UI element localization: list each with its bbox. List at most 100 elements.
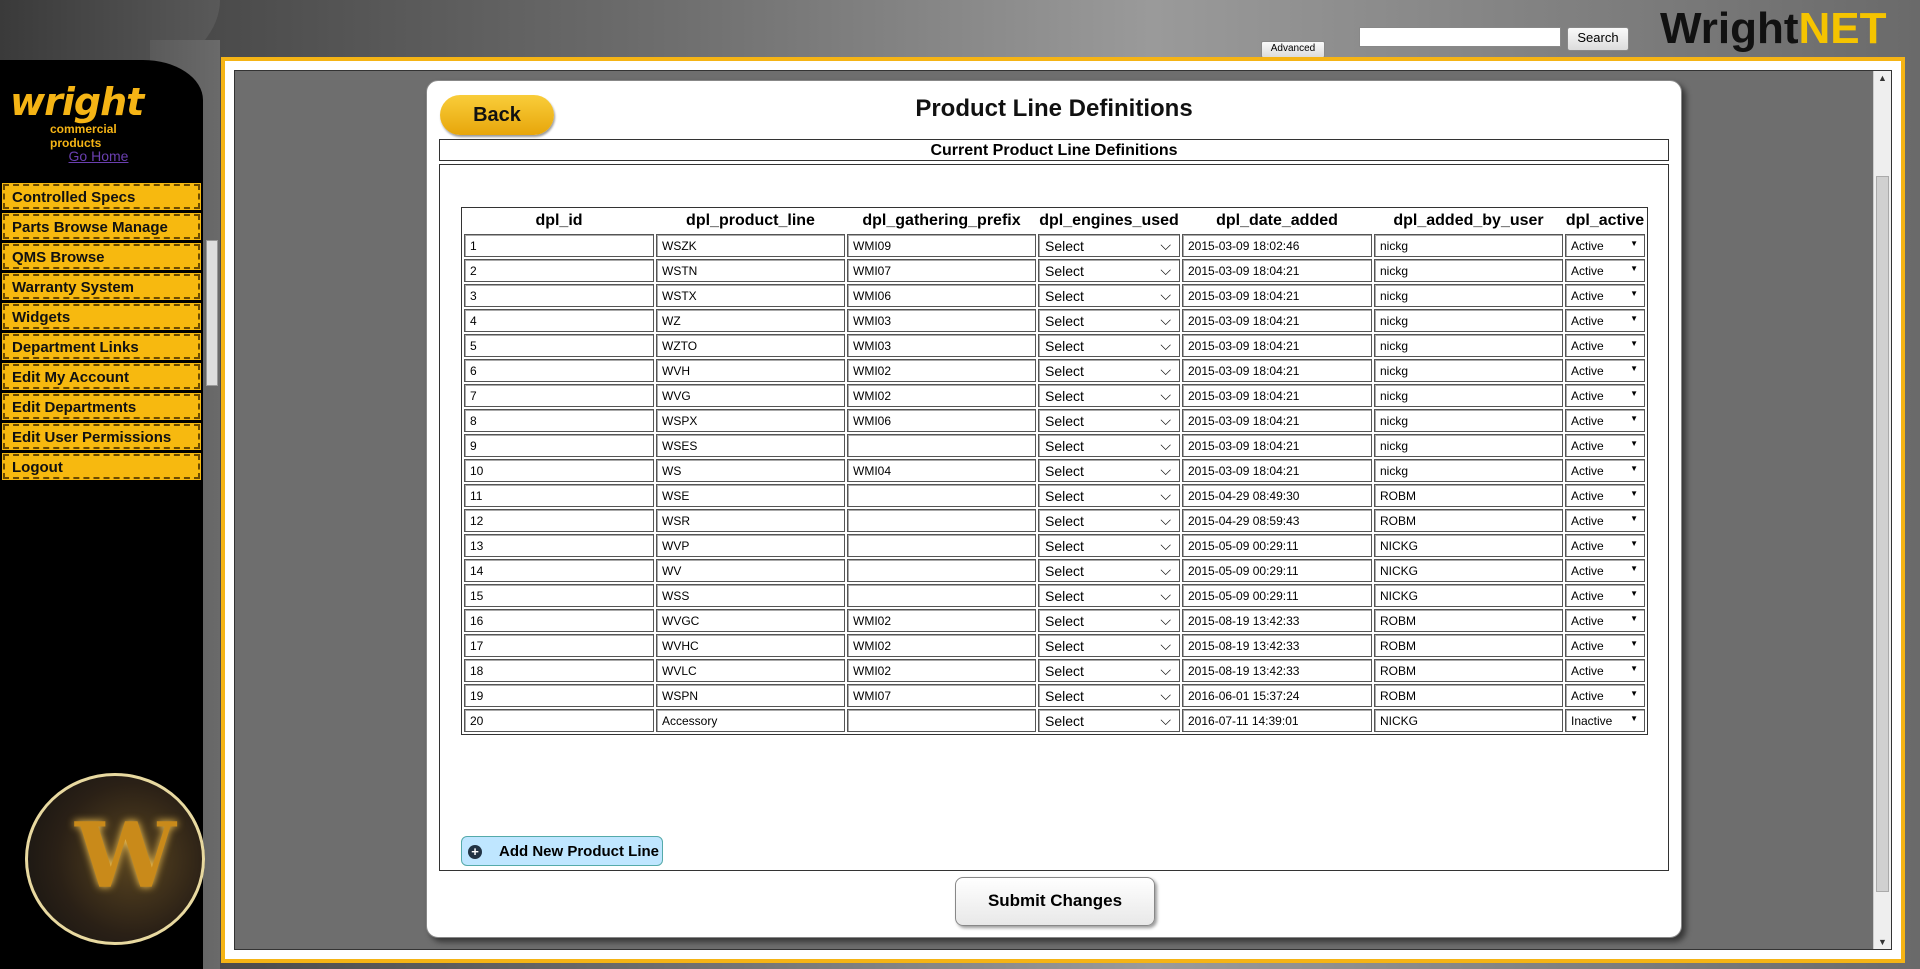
dpl-id-field[interactable]: 19 xyxy=(464,684,654,707)
sidebar-item-edit-my-account[interactable]: Edit My Account xyxy=(2,363,201,390)
sidebar-item-widgets[interactable]: Widgets xyxy=(2,303,201,330)
product-line-field[interactable]: WVP xyxy=(656,534,845,557)
engines-used-select[interactable]: Select ⌵ xyxy=(1038,659,1180,682)
added-by-field[interactable]: nickg xyxy=(1374,384,1563,407)
active-select[interactable]: Active ▼ xyxy=(1565,659,1645,682)
sidebar-item-warranty-system[interactable]: Warranty System xyxy=(2,273,201,300)
date-added-field[interactable]: 2016-06-01 15:37:24 xyxy=(1182,684,1372,707)
date-added-field[interactable]: 2015-05-09 00:29:11 xyxy=(1182,584,1372,607)
date-added-field[interactable]: 2016-07-11 14:39:01 xyxy=(1182,709,1372,732)
product-line-field[interactable]: WVH xyxy=(656,359,845,382)
product-line-field[interactable]: WSES xyxy=(656,434,845,457)
added-by-field[interactable]: ROBM xyxy=(1374,484,1563,507)
sidebar-item-edit-departments[interactable]: Edit Departments xyxy=(2,393,201,420)
engines-used-select[interactable]: Select ⌵ xyxy=(1038,359,1180,382)
sidebar-item-department-links[interactable]: Department Links xyxy=(2,333,201,360)
added-by-field[interactable]: ROBM xyxy=(1374,634,1563,657)
scroll-up-icon[interactable]: ▲ xyxy=(1878,73,1887,83)
date-added-field[interactable]: 2015-05-09 00:29:11 xyxy=(1182,534,1372,557)
active-select[interactable]: Active ▼ xyxy=(1565,359,1645,382)
dpl-id-field[interactable]: 13 xyxy=(464,534,654,557)
sidebar-item-qms-browse[interactable]: QMS Browse xyxy=(2,243,201,270)
active-select[interactable]: Active ▼ xyxy=(1565,609,1645,632)
date-added-field[interactable]: 2015-08-19 13:42:33 xyxy=(1182,609,1372,632)
sidebar-item-logout[interactable]: Logout xyxy=(2,453,201,480)
dpl-id-field[interactable]: 14 xyxy=(464,559,654,582)
dpl-id-field[interactable]: 11 xyxy=(464,484,654,507)
date-added-field[interactable]: 2015-03-09 18:04:21 xyxy=(1182,309,1372,332)
search-button[interactable]: Search xyxy=(1567,27,1629,51)
gathering-prefix-field[interactable]: WMI02 xyxy=(847,634,1036,657)
active-select[interactable]: Active ▼ xyxy=(1565,509,1645,532)
date-added-field[interactable]: 2015-03-09 18:04:21 xyxy=(1182,459,1372,482)
active-select[interactable]: Active ▼ xyxy=(1565,334,1645,357)
product-line-field[interactable]: WSZK xyxy=(656,234,845,257)
engines-used-select[interactable]: Select ⌵ xyxy=(1038,559,1180,582)
date-added-field[interactable]: 2015-04-29 08:59:43 xyxy=(1182,509,1372,532)
product-line-field[interactable]: WVG xyxy=(656,384,845,407)
engines-used-select[interactable]: Select ⌵ xyxy=(1038,384,1180,407)
dpl-id-field[interactable]: 17 xyxy=(464,634,654,657)
engines-used-select[interactable]: Select ⌵ xyxy=(1038,684,1180,707)
gathering-prefix-field[interactable] xyxy=(847,534,1036,557)
date-added-field[interactable]: 2015-03-09 18:04:21 xyxy=(1182,284,1372,307)
sidebar-item-controlled-specs[interactable]: Controlled Specs xyxy=(2,183,201,210)
date-added-field[interactable]: 2015-03-09 18:04:21 xyxy=(1182,434,1372,457)
date-added-field[interactable]: 2015-03-09 18:04:21 xyxy=(1182,359,1372,382)
product-line-field[interactable]: WVLC xyxy=(656,659,845,682)
date-added-field[interactable]: 2015-03-09 18:04:21 xyxy=(1182,334,1372,357)
engines-used-select[interactable]: Select ⌵ xyxy=(1038,309,1180,332)
active-select[interactable]: Active ▼ xyxy=(1565,584,1645,607)
added-by-field[interactable]: nickg xyxy=(1374,409,1563,432)
gathering-prefix-field[interactable]: WMI02 xyxy=(847,609,1036,632)
dpl-id-field[interactable]: 16 xyxy=(464,609,654,632)
dpl-id-field[interactable]: 2 xyxy=(464,259,654,282)
active-select[interactable]: Active ▼ xyxy=(1565,559,1645,582)
date-added-field[interactable]: 2015-03-09 18:04:21 xyxy=(1182,259,1372,282)
active-select[interactable]: Active ▼ xyxy=(1565,634,1645,657)
gathering-prefix-field[interactable]: WMI02 xyxy=(847,359,1036,382)
product-line-field[interactable]: WZ xyxy=(656,309,845,332)
dpl-id-field[interactable]: 5 xyxy=(464,334,654,357)
product-line-field[interactable]: WS xyxy=(656,459,845,482)
gathering-prefix-field[interactable] xyxy=(847,559,1036,582)
engines-used-select[interactable]: Select ⌵ xyxy=(1038,409,1180,432)
added-by-field[interactable]: nickg xyxy=(1374,309,1563,332)
added-by-field[interactable]: NICKG xyxy=(1374,584,1563,607)
dpl-id-field[interactable]: 8 xyxy=(464,409,654,432)
product-line-field[interactable]: Accessory xyxy=(656,709,845,732)
dpl-id-field[interactable]: 9 xyxy=(464,434,654,457)
gathering-prefix-field[interactable]: WMI09 xyxy=(847,234,1036,257)
engines-used-select[interactable]: Select ⌵ xyxy=(1038,459,1180,482)
content-scrollbar[interactable]: ▲ ▼ xyxy=(1873,71,1891,949)
engines-used-select[interactable]: Select ⌵ xyxy=(1038,584,1180,607)
added-by-field[interactable]: NICKG xyxy=(1374,559,1563,582)
date-added-field[interactable]: 2015-03-09 18:04:21 xyxy=(1182,409,1372,432)
wright-logo[interactable]: wright commercial products xyxy=(10,80,170,150)
engines-used-select[interactable]: Select ⌵ xyxy=(1038,634,1180,657)
product-line-field[interactable]: WSS xyxy=(656,584,845,607)
date-added-field[interactable]: 2015-08-19 13:42:33 xyxy=(1182,634,1372,657)
advanced-search-button[interactable]: Advanced xyxy=(1261,41,1325,58)
active-select[interactable]: Active ▼ xyxy=(1565,534,1645,557)
engines-used-select[interactable]: Select ⌵ xyxy=(1038,434,1180,457)
gathering-prefix-field[interactable] xyxy=(847,434,1036,457)
engines-used-select[interactable]: Select ⌵ xyxy=(1038,234,1180,257)
active-select[interactable]: Active ▼ xyxy=(1565,259,1645,282)
added-by-field[interactable]: nickg xyxy=(1374,234,1563,257)
product-line-field[interactable]: WSPX xyxy=(656,409,845,432)
dpl-id-field[interactable]: 1 xyxy=(464,234,654,257)
dpl-id-field[interactable]: 20 xyxy=(464,709,654,732)
sidebar-item-edit-user-permissions[interactable]: Edit User Permissions xyxy=(2,423,201,450)
dpl-id-field[interactable]: 18 xyxy=(464,659,654,682)
gathering-prefix-field[interactable]: WMI02 xyxy=(847,659,1036,682)
dpl-id-field[interactable]: 4 xyxy=(464,309,654,332)
added-by-field[interactable]: ROBM xyxy=(1374,609,1563,632)
active-select[interactable]: Active ▼ xyxy=(1565,484,1645,507)
gathering-prefix-field[interactable]: WMI07 xyxy=(847,259,1036,282)
product-line-field[interactable]: WSTN xyxy=(656,259,845,282)
added-by-field[interactable]: nickg xyxy=(1374,259,1563,282)
gathering-prefix-field[interactable] xyxy=(847,584,1036,607)
date-added-field[interactable]: 2015-04-29 08:49:30 xyxy=(1182,484,1372,507)
dpl-id-field[interactable]: 10 xyxy=(464,459,654,482)
